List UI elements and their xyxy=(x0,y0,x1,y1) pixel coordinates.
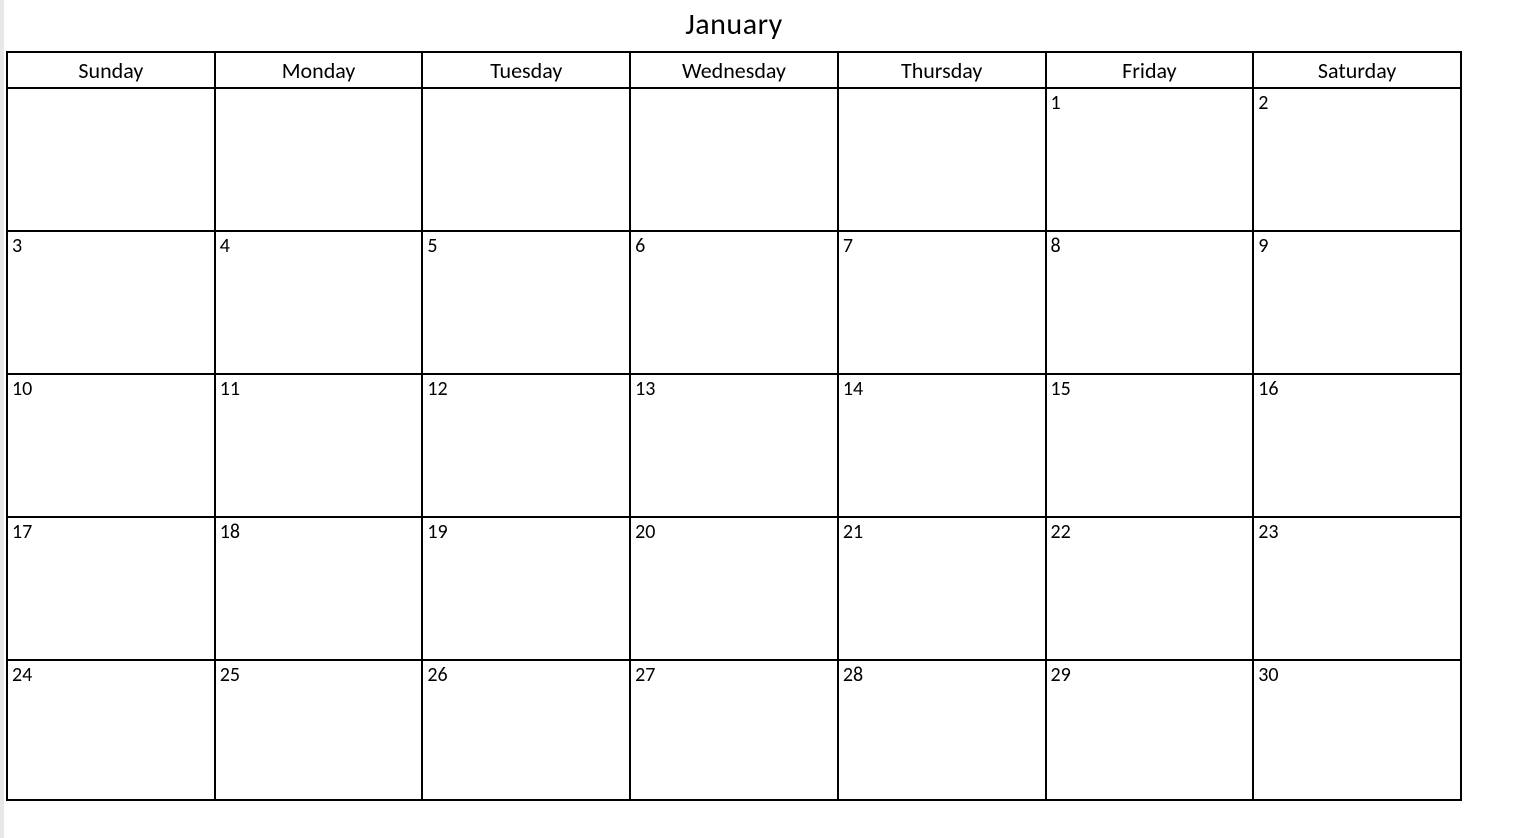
day-cell[interactable]: 30 xyxy=(1253,660,1461,800)
day-cell[interactable]: 24 xyxy=(7,660,215,800)
day-header-friday: Friday xyxy=(1046,52,1254,88)
day-header-monday: Monday xyxy=(215,52,423,88)
day-cell[interactable]: 28 xyxy=(838,660,1046,800)
day-cell[interactable]: 21 xyxy=(838,517,1046,660)
day-cell[interactable]: 26 xyxy=(422,660,630,800)
week-row: 1 2 xyxy=(7,88,1461,231)
day-cell[interactable]: 10 xyxy=(7,374,215,517)
day-cell[interactable] xyxy=(422,88,630,231)
day-cell[interactable]: 27 xyxy=(630,660,838,800)
week-row: 3 4 5 6 7 8 9 xyxy=(7,231,1461,374)
day-header-saturday: Saturday xyxy=(1253,52,1461,88)
day-header-thursday: Thursday xyxy=(838,52,1046,88)
day-cell[interactable]: 18 xyxy=(215,517,423,660)
day-cell[interactable]: 7 xyxy=(838,231,1046,374)
day-cell[interactable] xyxy=(215,88,423,231)
day-cell[interactable]: 11 xyxy=(215,374,423,517)
day-cell[interactable]: 2 xyxy=(1253,88,1461,231)
day-cell[interactable]: 19 xyxy=(422,517,630,660)
week-row: 10 11 12 13 14 15 16 xyxy=(7,374,1461,517)
day-cell[interactable]: 22 xyxy=(1046,517,1254,660)
day-cell[interactable] xyxy=(7,88,215,231)
day-cell[interactable]: 17 xyxy=(7,517,215,660)
day-cell[interactable]: 20 xyxy=(630,517,838,660)
day-header-row: Sunday Monday Tuesday Wednesday Thursday… xyxy=(7,52,1461,88)
week-row: 17 18 19 20 21 22 23 xyxy=(7,517,1461,660)
day-cell[interactable]: 15 xyxy=(1046,374,1254,517)
day-cell[interactable]: 4 xyxy=(215,231,423,374)
day-cell[interactable]: 3 xyxy=(7,231,215,374)
day-cell[interactable]: 12 xyxy=(422,374,630,517)
day-cell[interactable]: 8 xyxy=(1046,231,1254,374)
day-cell[interactable] xyxy=(630,88,838,231)
day-header-tuesday: Tuesday xyxy=(422,52,630,88)
day-cell[interactable]: 25 xyxy=(215,660,423,800)
calendar-grid: Sunday Monday Tuesday Wednesday Thursday… xyxy=(6,51,1462,801)
day-cell[interactable]: 14 xyxy=(838,374,1046,517)
day-cell[interactable]: 1 xyxy=(1046,88,1254,231)
day-cell[interactable]: 9 xyxy=(1253,231,1461,374)
day-cell[interactable]: 6 xyxy=(630,231,838,374)
day-cell[interactable]: 13 xyxy=(630,374,838,517)
day-cell[interactable] xyxy=(838,88,1046,231)
day-header-sunday: Sunday xyxy=(7,52,215,88)
day-cell[interactable]: 16 xyxy=(1253,374,1461,517)
day-cell[interactable]: 5 xyxy=(422,231,630,374)
day-cell[interactable]: 23 xyxy=(1253,517,1461,660)
day-header-wednesday: Wednesday xyxy=(630,52,838,88)
sheet-edge xyxy=(0,0,4,838)
week-row: 24 25 26 27 28 29 30 xyxy=(7,660,1461,800)
calendar-container: January Sunday Monday Tuesday Wednesday … xyxy=(6,0,1462,801)
month-title: January xyxy=(6,0,1462,51)
day-cell[interactable]: 29 xyxy=(1046,660,1254,800)
